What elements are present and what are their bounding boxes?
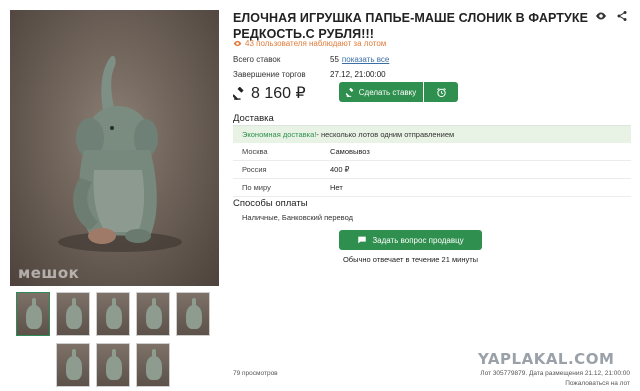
thumbnail-7[interactable] bbox=[96, 343, 130, 387]
auction-end-label: Завершение торгов bbox=[233, 70, 306, 79]
delivery-value: 400 ₽ bbox=[330, 165, 350, 174]
thumbnail-2[interactable] bbox=[56, 292, 90, 336]
delivery-value: Нет bbox=[330, 183, 343, 192]
payment-heading: Способы оплаты bbox=[233, 198, 308, 209]
chat-icon bbox=[358, 236, 367, 244]
auction-hammer-icon bbox=[233, 86, 244, 100]
lot-meta: Лот 305779879. Дата размещения 21.12, 21… bbox=[480, 370, 630, 377]
show-all-bids-link[interactable]: показать все bbox=[342, 55, 389, 64]
eye-icon[interactable] bbox=[595, 10, 607, 22]
site-watermark: YAPLAKAL.COM bbox=[478, 350, 615, 368]
alarm-clock-icon bbox=[436, 87, 446, 97]
payment-methods: Наличные, Банковский перевод bbox=[242, 213, 353, 222]
elephant-figurine-image bbox=[58, 55, 182, 252]
delivery-region: По миру bbox=[242, 183, 271, 192]
thumbnail-6[interactable] bbox=[56, 343, 90, 387]
thumbnail-3[interactable] bbox=[96, 292, 130, 336]
delivery-row: Россия 400 ₽ bbox=[233, 161, 631, 179]
thumbnail-1[interactable] bbox=[16, 292, 50, 336]
views-count: 79 просмотров bbox=[233, 370, 278, 377]
eye-icon bbox=[233, 40, 242, 47]
auction-end-row: Завершение торгов 27.12, 21:00:00 bbox=[233, 70, 386, 79]
lot-title: ЕЛОЧНАЯ ИГРУШКА ПАПЬЕ-МАШЕ СЛОНИК В ФАРТ… bbox=[233, 11, 589, 41]
bids-row: Всего ставок 55 показать все bbox=[233, 55, 389, 64]
auction-hammer-icon bbox=[345, 87, 353, 97]
economy-delivery-highlight[interactable]: Экономная доставка! bbox=[242, 130, 316, 139]
photo-watermark: мешок bbox=[18, 264, 80, 282]
lot-actions bbox=[595, 10, 628, 22]
thumbnail-4[interactable] bbox=[136, 292, 170, 336]
delivery-region: Россия bbox=[242, 165, 267, 174]
watchers-count: 43 пользователя наблюдают за лотом bbox=[233, 39, 386, 48]
seller-reply-time: Обычно отвечает в течение 21 минуты bbox=[342, 255, 479, 264]
main-product-photo[interactable]: мешок bbox=[10, 10, 219, 286]
bids-count: 55 bbox=[330, 55, 339, 64]
economy-delivery-text: - несколько лотов одним отправлением bbox=[316, 130, 455, 139]
delivery-value: Самовывоз bbox=[330, 147, 370, 156]
delivery-region: Москва bbox=[242, 147, 268, 156]
auction-end-value: 27.12, 21:00:00 bbox=[330, 70, 386, 79]
thumbnail-5[interactable] bbox=[176, 292, 210, 336]
economy-delivery-banner: Экономная доставка! - несколько лотов од… bbox=[233, 126, 631, 143]
report-lot-link[interactable]: Пожаловаться на лот bbox=[565, 380, 630, 387]
delivery-row: По миру Нет bbox=[233, 179, 631, 197]
delivery-heading: Доставка bbox=[233, 113, 274, 124]
watchers-text: 43 пользователя наблюдают за лотом bbox=[245, 39, 387, 48]
place-bid-label: Сделать ставку bbox=[358, 87, 417, 97]
thumbnail-8[interactable] bbox=[136, 343, 170, 387]
ask-seller-button[interactable]: Задать вопрос продавцу bbox=[339, 230, 482, 250]
current-price: 8 160 ₽ bbox=[233, 83, 306, 103]
reminder-button[interactable] bbox=[424, 82, 458, 102]
place-bid-button[interactable]: Сделать ставку bbox=[339, 82, 423, 102]
bids-label: Всего ставок bbox=[233, 55, 281, 64]
price-value: 8 160 ₽ bbox=[251, 85, 306, 102]
ask-seller-label: Задать вопрос продавцу bbox=[372, 235, 464, 245]
share-icon[interactable] bbox=[616, 10, 628, 22]
delivery-row: Москва Самовывоз bbox=[233, 143, 631, 161]
